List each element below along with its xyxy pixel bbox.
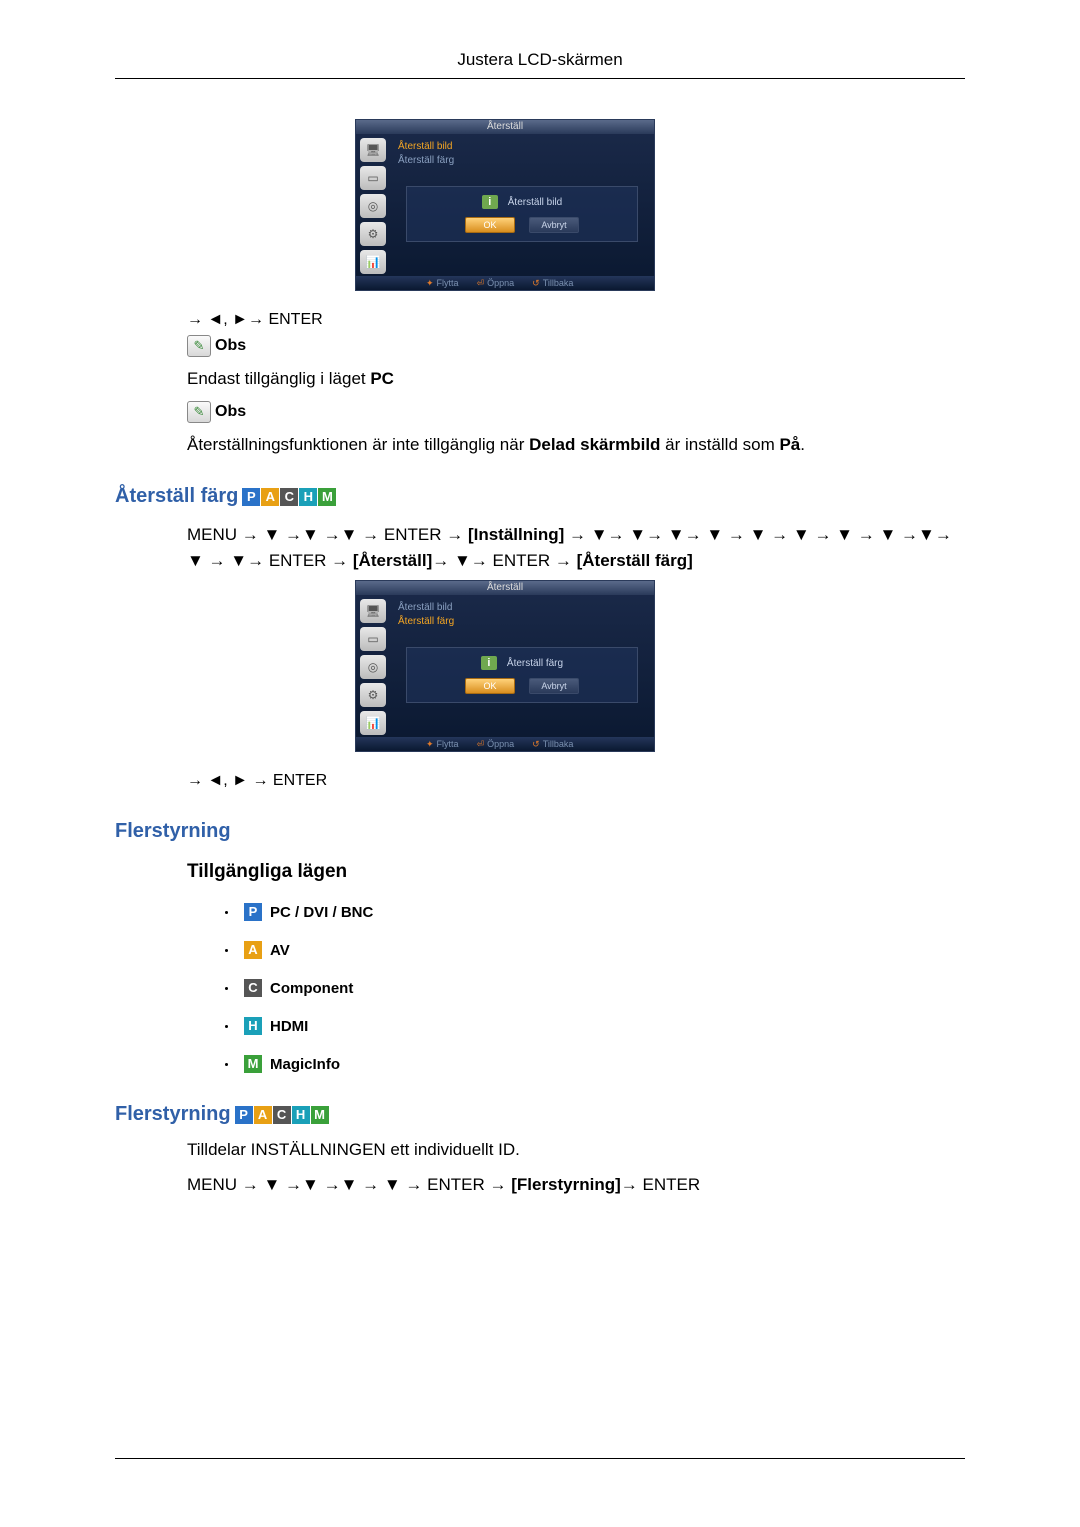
badge-a-icon: A xyxy=(261,488,279,506)
badge-m-icon: M xyxy=(311,1106,329,1124)
multi-desc: Tilldelar INSTÄLLNINGEN ett individuellt… xyxy=(187,1140,965,1160)
osd-dialog: i Återställ färg OK Avbryt xyxy=(406,647,638,703)
enter-icon: ⏎ xyxy=(477,278,485,289)
osd-icon-graph: 📊 xyxy=(360,711,386,735)
footer-move: Flytta xyxy=(437,278,459,288)
mode-badges: P A C H M xyxy=(235,1106,329,1124)
section-flerstyrning-2: Flerstyrning P A C H M xyxy=(115,1103,965,1126)
section-reset-color: Återställ färg P A C H M xyxy=(115,485,965,508)
footer-rule xyxy=(115,1458,965,1459)
osd-icon-target: ◎ xyxy=(360,194,386,218)
footer-back: Tillbaka xyxy=(543,739,574,749)
modes-list: PPC / DVI / BNC AAV CComponent HHDMI MMa… xyxy=(225,903,965,1073)
osd-sidebar-icons: 🖥 ▭ ◎ ⚙ 📊 xyxy=(356,595,390,737)
osd-cancel-button: Avbryt xyxy=(529,217,579,233)
osd-sidebar-icons: 🖥 ▭ ◎ ⚙ 📊 xyxy=(356,134,390,276)
badge-h-icon: H xyxy=(299,488,317,506)
osd-icon-slider: ▭ xyxy=(360,627,386,651)
osd-menu-item: Återställ färg xyxy=(398,154,646,168)
nav-instruction-2: → ◄, ► → ENTER xyxy=(187,772,965,790)
osd-dialog: i Återställ bild OK Avbryt xyxy=(406,186,638,242)
osd-icon-graph: 📊 xyxy=(360,250,386,274)
badge-h-icon: H xyxy=(292,1106,310,1124)
obs-label: Obs xyxy=(215,403,246,421)
list-item: CComponent xyxy=(225,979,965,997)
footer-back: Tillbaka xyxy=(543,278,574,288)
section-flerstyrning: Flerstyrning xyxy=(115,820,965,843)
header-rule xyxy=(115,78,965,79)
osd-cancel-button: Avbryt xyxy=(529,678,579,694)
osd-menu-item: Återställ färg xyxy=(398,615,646,629)
info-icon: i xyxy=(482,195,498,209)
osd-icon-monitor: 🖥 xyxy=(360,599,386,623)
footer-open: Öppna xyxy=(487,278,514,288)
back-icon: ↺ xyxy=(532,278,540,289)
osd-menu-item: Återställ bild xyxy=(398,140,646,154)
note-icon: ✎ xyxy=(187,335,211,357)
note-icon: ✎ xyxy=(187,401,211,423)
osd-screenshot-2: Återställ 🖥 ▭ ◎ ⚙ 📊 Återställ bild Åters… xyxy=(355,580,655,752)
osd-icon-gear: ⚙ xyxy=(360,222,386,246)
list-item: MMagicInfo xyxy=(225,1055,965,1073)
page-header: Justera LCD-skärmen xyxy=(115,50,965,70)
osd-title: Återställ xyxy=(356,581,654,595)
badge-c-icon: C xyxy=(244,979,262,997)
osd-icon-monitor: 🖥 xyxy=(360,138,386,162)
osd-title: Återställ xyxy=(356,120,654,134)
osd-icon-slider: ▭ xyxy=(360,166,386,190)
note-text-2: Återställningsfunktionen är inte tillgän… xyxy=(187,435,965,455)
move-icon: ✦ xyxy=(426,278,434,289)
enter-icon: ⏎ xyxy=(477,739,485,750)
badge-p-icon: P xyxy=(242,488,260,506)
osd-icon-target: ◎ xyxy=(360,655,386,679)
note-text: Endast tillgänglig i läget PC xyxy=(187,369,965,389)
back-icon: ↺ xyxy=(532,739,540,750)
info-icon: i xyxy=(481,656,497,670)
badge-c-icon: C xyxy=(273,1106,291,1124)
move-icon: ✦ xyxy=(426,739,434,750)
badge-a-icon: A xyxy=(254,1106,272,1124)
list-item: PPC / DVI / BNC xyxy=(225,903,965,921)
badge-m-icon: M xyxy=(244,1055,262,1073)
osd-icon-gear: ⚙ xyxy=(360,683,386,707)
menu-path-reset-color: MENU → ▼ →▼ →▼ → ENTER → [Inställning] →… xyxy=(187,522,965,574)
list-item: HHDMI xyxy=(225,1017,965,1035)
badge-p-icon: P xyxy=(235,1106,253,1124)
osd-menu-item: Återställ bild xyxy=(398,601,646,615)
menu-path-multi: MENU → ▼ →▼ →▼ → ▼ → ENTER → [Flerstyrni… xyxy=(187,1172,965,1198)
footer-open: Öppna xyxy=(487,739,514,749)
obs-label: Obs xyxy=(215,337,246,355)
footer-move: Flytta xyxy=(437,739,459,749)
osd-dialog-title: Återställ bild xyxy=(508,197,562,208)
badge-a-icon: A xyxy=(244,941,262,959)
sub-modes: Tillgängliga lägen xyxy=(187,861,965,883)
badge-p-icon: P xyxy=(244,903,262,921)
osd-ok-button: OK xyxy=(465,217,515,233)
nav-instruction: → ◄, ►→ ENTER xyxy=(187,311,965,329)
badge-h-icon: H xyxy=(244,1017,262,1035)
osd-screenshot-1: Återställ 🖥 ▭ ◎ ⚙ 📊 Återställ bild Åters… xyxy=(355,119,655,291)
mode-badges: P A C H M xyxy=(242,488,336,506)
badge-c-icon: C xyxy=(280,488,298,506)
list-item: AAV xyxy=(225,941,965,959)
osd-dialog-title: Återställ färg xyxy=(507,658,563,669)
osd-ok-button: OK xyxy=(465,678,515,694)
badge-m-icon: M xyxy=(318,488,336,506)
